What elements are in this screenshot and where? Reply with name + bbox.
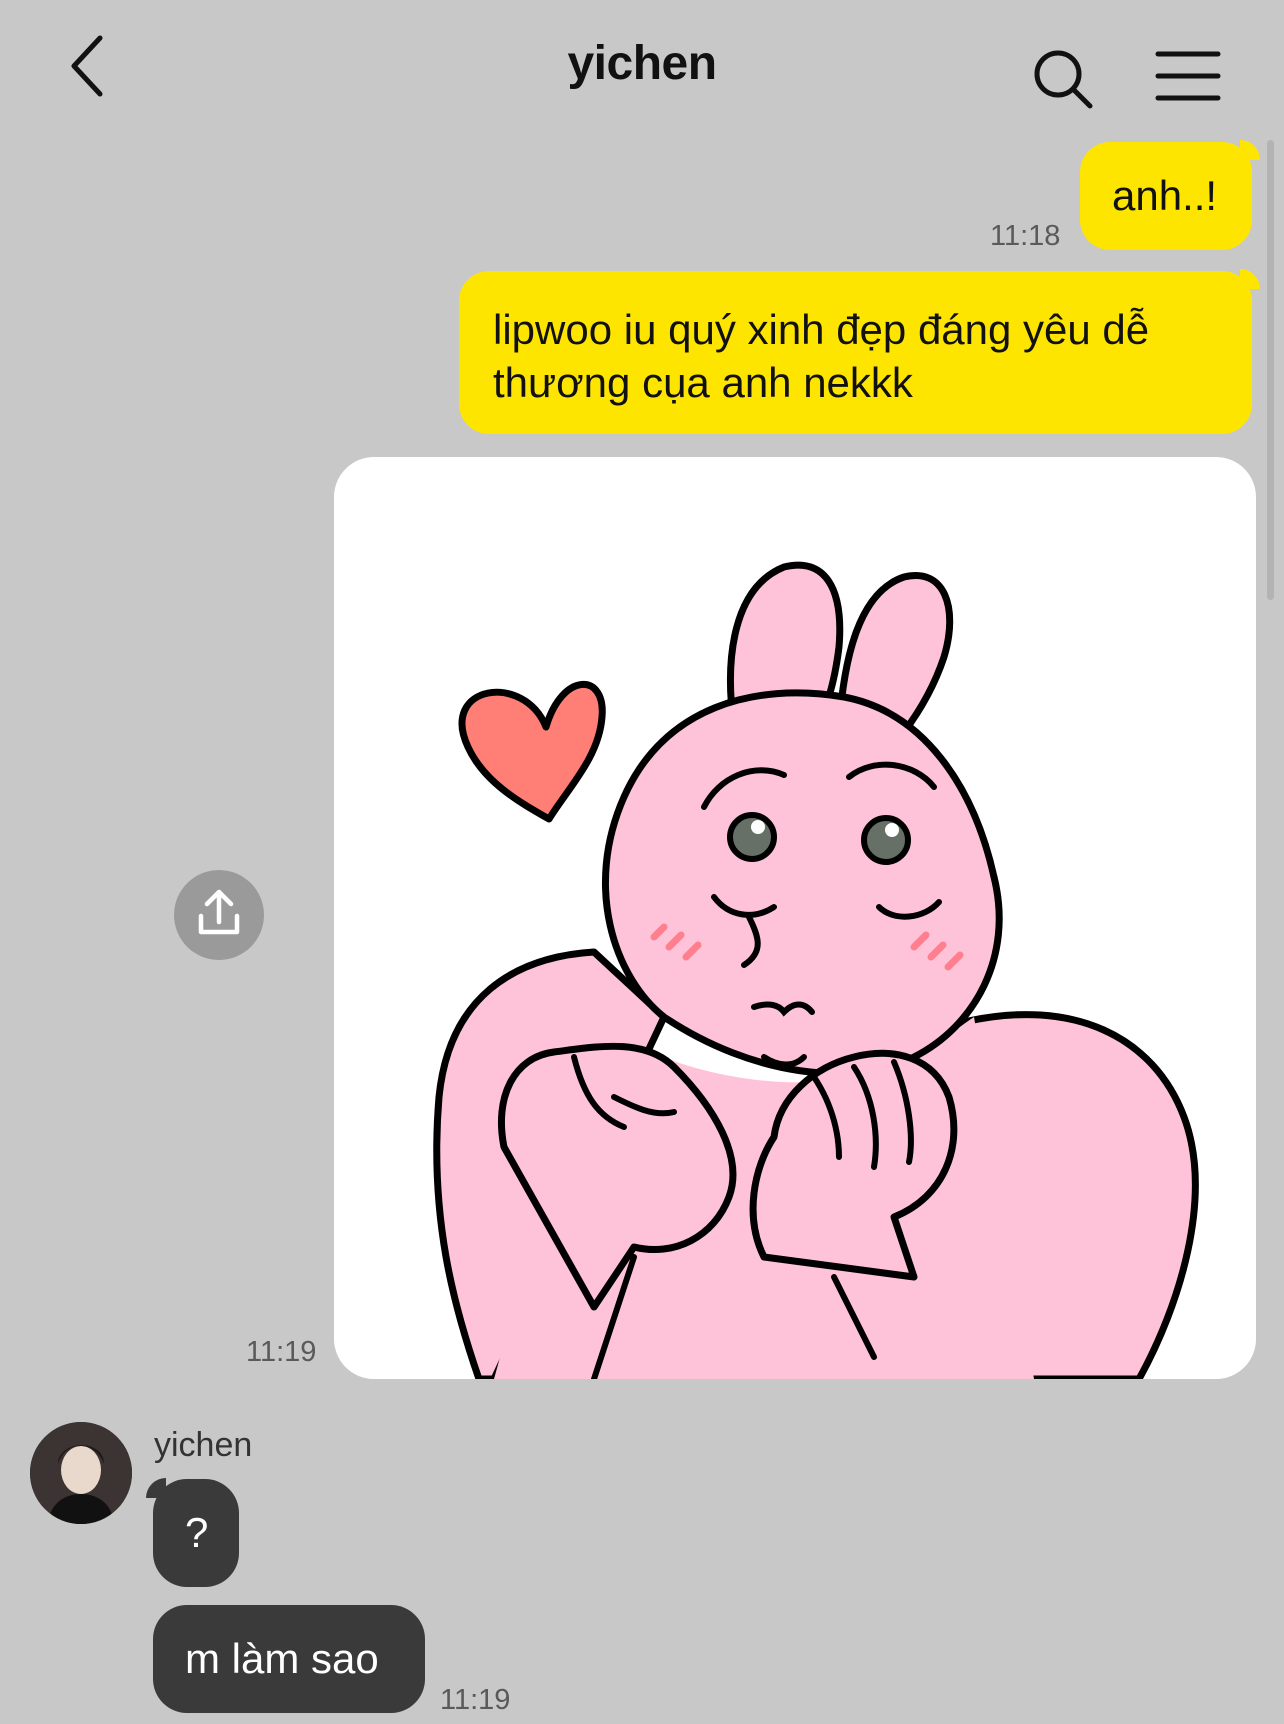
message-text: ?: [185, 1509, 209, 1556]
message-text: lipwoo iu quý xinh đẹp đáng yêu dễ thươn…: [493, 306, 1150, 406]
outgoing-message[interactable]: anh..!: [1080, 142, 1252, 250]
sticker-message[interactable]: [334, 457, 1256, 1379]
outgoing-message[interactable]: lipwoo iu quý xinh đẹp đáng yêu dễ thươn…: [459, 271, 1252, 434]
heart-shape: [458, 680, 606, 823]
avatar[interactable]: [30, 1422, 132, 1524]
bunny-head: [602, 689, 1003, 1077]
message-text: m làm sao: [185, 1635, 379, 1682]
bunny-sticker-image: [433, 561, 1199, 1379]
incoming-message[interactable]: ?: [153, 1479, 239, 1587]
left-eye: [727, 812, 777, 862]
sender-name: yichen: [154, 1426, 253, 1464]
profile-photo: [30, 1422, 132, 1524]
message-time: 11:19: [440, 1684, 511, 1716]
share-upload-icon: [198, 889, 240, 935]
message-time: 11:19: [246, 1336, 317, 1368]
hamburger-menu-icon: [1155, 51, 1221, 101]
menu-button[interactable]: [1155, 50, 1221, 102]
search-icon: [1034, 50, 1093, 109]
message-time: 11:18: [990, 220, 1061, 252]
right-eye: [861, 815, 911, 865]
incoming-message[interactable]: m làm sao: [153, 1605, 425, 1713]
scrollbar[interactable]: [1267, 140, 1274, 600]
share-button[interactable]: [174, 870, 264, 960]
message-text: anh..!: [1112, 172, 1218, 219]
search-button[interactable]: [1030, 46, 1096, 112]
